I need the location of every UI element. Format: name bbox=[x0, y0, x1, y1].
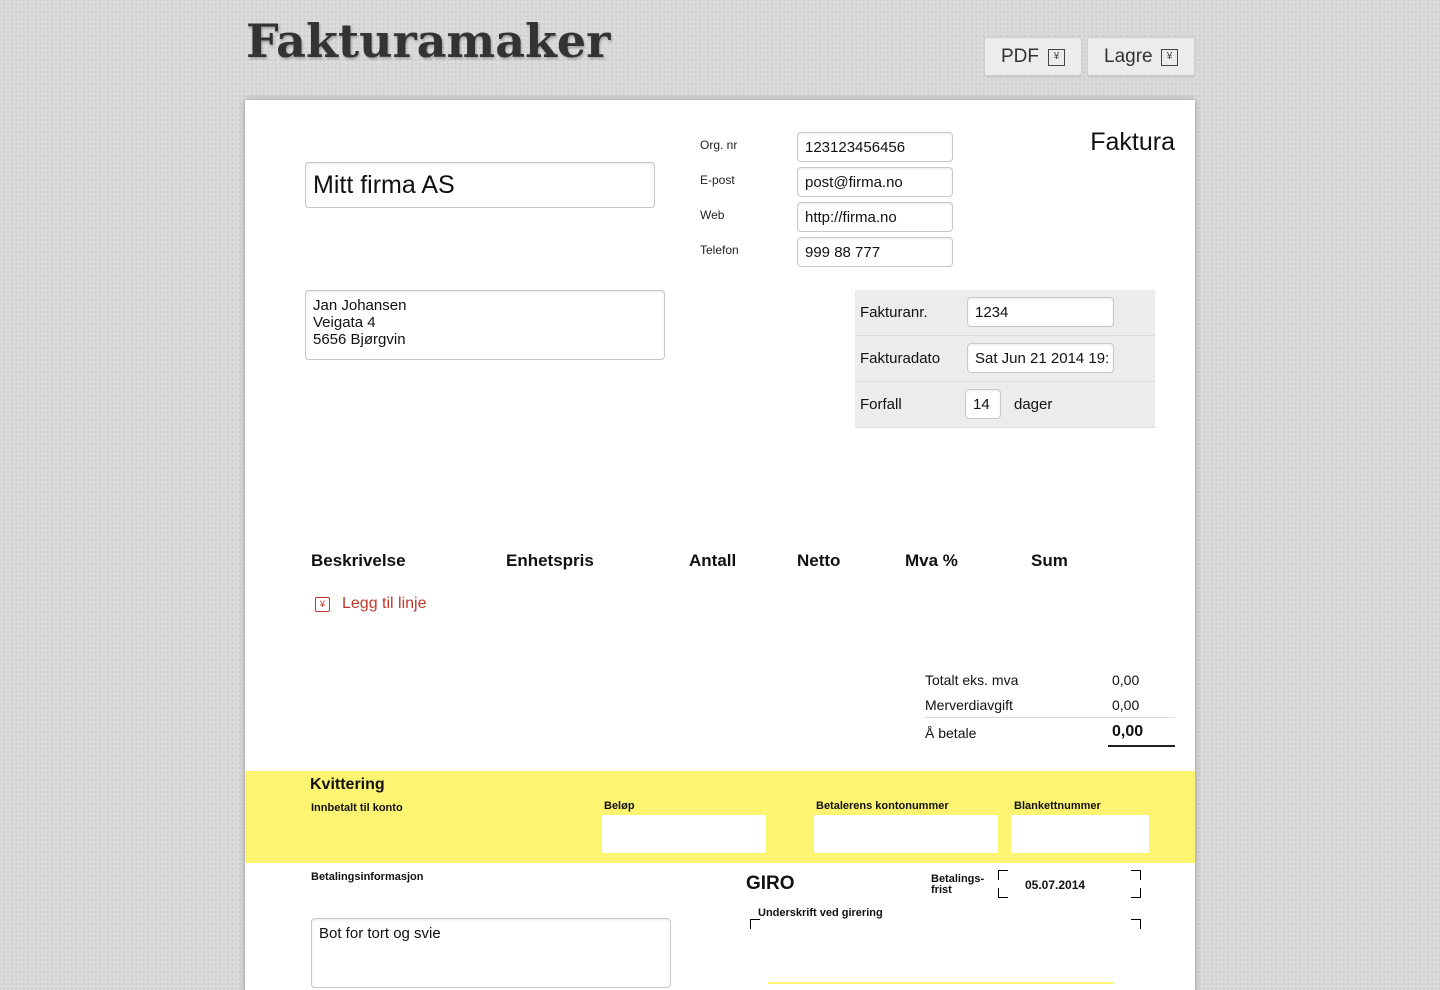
save-button-label: Lagre bbox=[1104, 45, 1153, 67]
invoice-date-row: Fakturadato Sat Jun 21 2014 19: bbox=[855, 336, 1155, 382]
invoice-number-input[interactable]: 1234 bbox=[967, 297, 1114, 327]
org-number-input[interactable]: 123123456456 bbox=[797, 132, 953, 162]
document-type: Faktura bbox=[1090, 128, 1175, 156]
company-name-input[interactable]: Mitt firma AS bbox=[305, 162, 655, 208]
pdf-download-icon: ¥ bbox=[1048, 49, 1065, 66]
add-line-label: Legg til linje bbox=[342, 595, 427, 612]
payment-info-input[interactable]: Bot for tort og svie bbox=[311, 918, 671, 988]
amount-due-label: Å betale bbox=[925, 725, 977, 741]
save-icon: ¥ bbox=[1161, 49, 1178, 66]
header-vat: Mva % bbox=[905, 551, 958, 570]
save-button[interactable]: Lagre ¥ bbox=[1087, 37, 1195, 76]
totals-divider bbox=[925, 717, 1175, 718]
signature-label: Underskrift ved girering bbox=[758, 907, 883, 919]
amount-input[interactable] bbox=[602, 815, 766, 853]
pdf-button[interactable]: PDF ¥ bbox=[984, 37, 1082, 76]
invoice-number-row: Fakturanr. 1234 bbox=[855, 290, 1155, 336]
invoice-meta-box: Fakturanr. 1234 Fakturadato Sat Jun 21 2… bbox=[855, 290, 1155, 428]
header-net: Netto bbox=[797, 551, 841, 570]
due-unit-label: dager bbox=[1014, 396, 1053, 413]
deadline-corner-tr bbox=[1131, 870, 1141, 880]
invoice-date-input[interactable]: Sat Jun 21 2014 19: bbox=[967, 343, 1114, 373]
email-label: E-post bbox=[700, 173, 735, 187]
payer-account-input[interactable] bbox=[814, 815, 998, 853]
org-label: Org. nr bbox=[700, 138, 738, 152]
pdf-button-label: PDF bbox=[1001, 45, 1039, 67]
app-title: Fakturamaker bbox=[246, 14, 611, 68]
due-days-input[interactable]: 14 bbox=[965, 389, 1001, 419]
invoice-date-label: Fakturadato bbox=[860, 350, 941, 367]
due-label: Forfall bbox=[860, 396, 902, 413]
vat-total-value: 0,00 bbox=[1112, 697, 1140, 713]
account-label: Innbetalt til konto bbox=[311, 802, 403, 814]
signature-line[interactable] bbox=[768, 982, 1113, 984]
recipient-address-input[interactable]: Jan Johansen Veigata 4 5656 Bjørgvin bbox=[305, 290, 665, 360]
phone-label: Telefon bbox=[700, 243, 739, 257]
payment-info-label: Betalingsinformasjon bbox=[311, 871, 424, 883]
deadline-corner-br bbox=[1131, 888, 1141, 898]
add-line-icon: ¥ bbox=[315, 596, 330, 612]
vat-total-label: Merverdiavgift bbox=[925, 697, 1013, 713]
add-line-button[interactable]: ¥ Legg til linje bbox=[315, 595, 427, 613]
due-row: Forfall 14 dager bbox=[855, 382, 1155, 428]
email-input[interactable]: post@firma.no bbox=[797, 167, 953, 197]
header-sum: Sum bbox=[1031, 551, 1068, 570]
net-total-label: Totalt eks. mva bbox=[925, 672, 1019, 688]
signature-corner-tl bbox=[750, 919, 760, 929]
invoice-number-label: Fakturanr. bbox=[860, 304, 928, 321]
deadline-value[interactable]: 05.07.2014 bbox=[1025, 878, 1085, 892]
phone-input[interactable]: 999 88 777 bbox=[797, 237, 953, 267]
deadline-corner-bl bbox=[998, 888, 1008, 898]
deadline-label: Betalings- frist bbox=[931, 873, 985, 896]
web-input[interactable]: http://firma.no bbox=[797, 202, 953, 232]
form-number-input[interactable] bbox=[1011, 815, 1149, 853]
giro-title: GIRO bbox=[746, 873, 795, 894]
receipt-section: Kvittering Innbetalt til konto Beløp Bet… bbox=[245, 771, 1195, 863]
form-number-label: Blankettnummer bbox=[1014, 800, 1101, 812]
amount-label: Beløp bbox=[604, 800, 635, 812]
payer-account-label: Betalerens kontonummer bbox=[816, 800, 949, 812]
signature-corner-tr bbox=[1131, 919, 1141, 929]
deadline-corner-tl bbox=[998, 870, 1008, 880]
receipt-title: Kvittering bbox=[310, 776, 385, 793]
net-total-value: 0,00 bbox=[1112, 672, 1140, 688]
web-label: Web bbox=[700, 208, 725, 222]
amount-due-underline bbox=[1108, 745, 1175, 747]
header-unit-price: Enhetspris bbox=[506, 551, 594, 570]
header-quantity: Antall bbox=[689, 551, 737, 570]
amount-due-value: 0,00 bbox=[1112, 723, 1144, 740]
invoice-sheet: Mitt firma AS Org. nr 123123456456 E-pos… bbox=[245, 100, 1195, 990]
header-description: Beskrivelse bbox=[311, 551, 406, 570]
